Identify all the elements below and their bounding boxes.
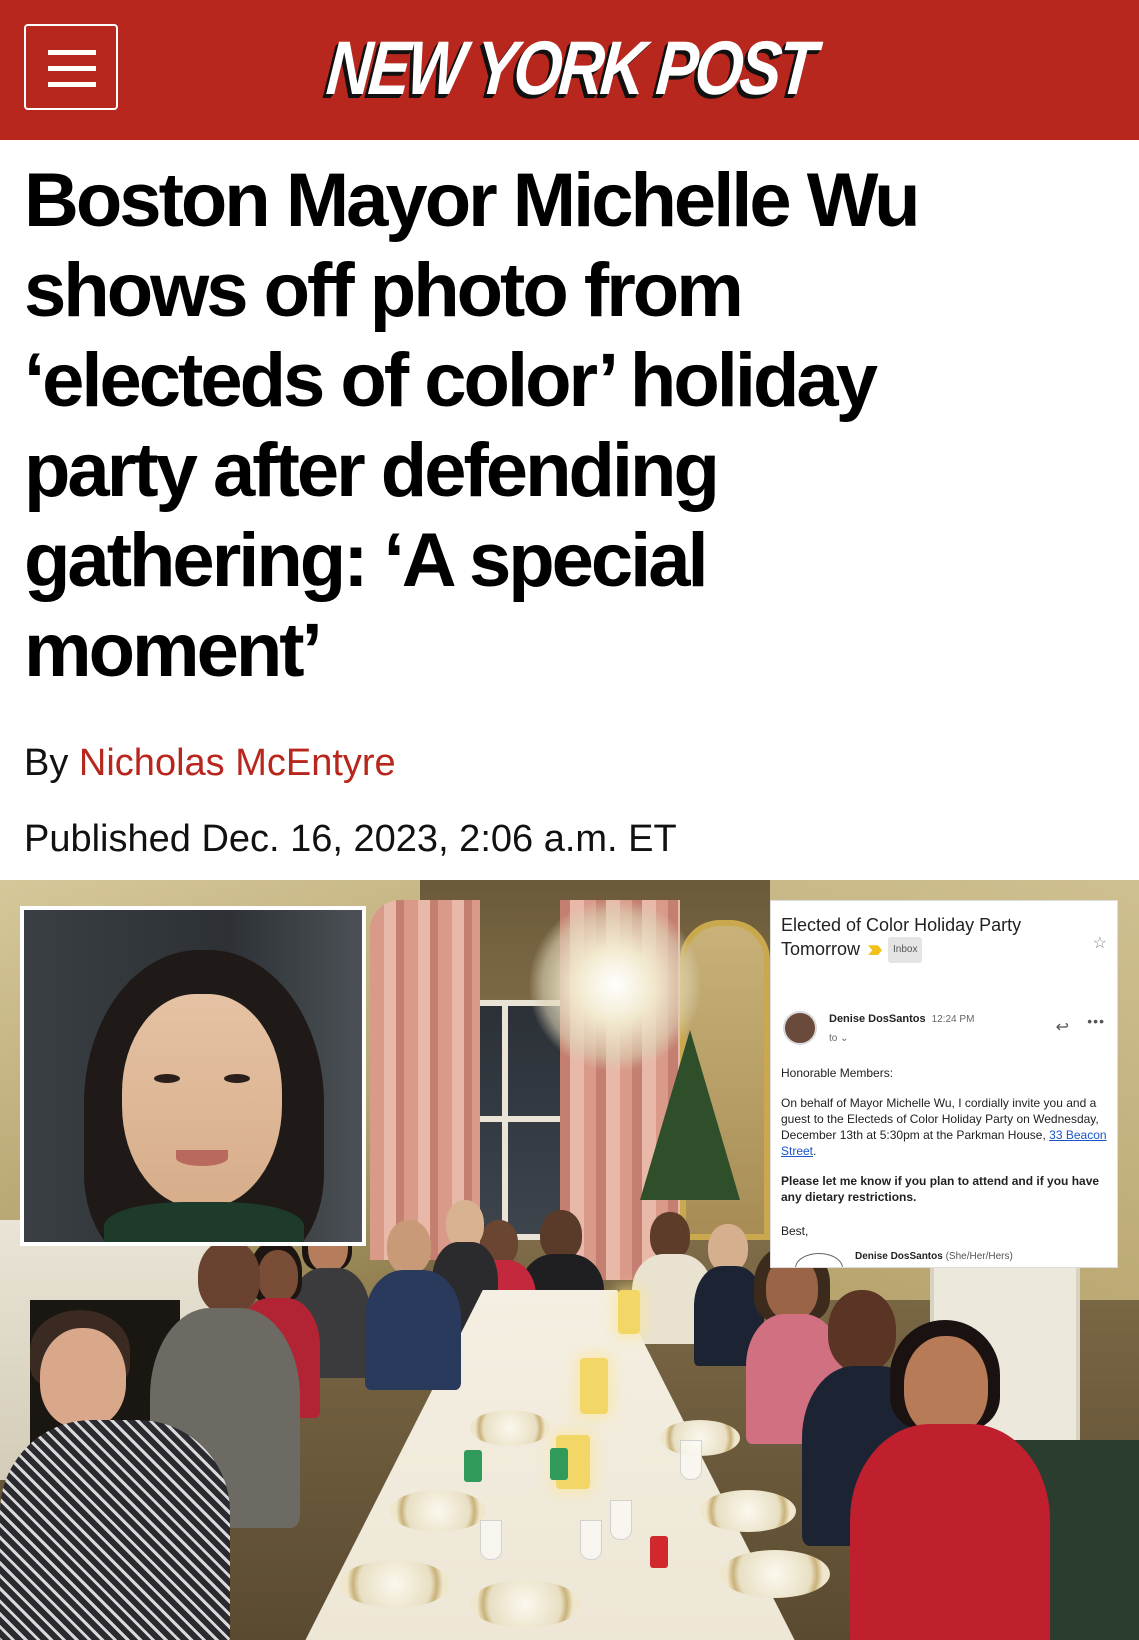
person-head [708,1224,748,1272]
more-icon[interactable]: ••• [1087,1013,1105,1029]
photo-chandelier [530,900,700,1070]
person-head [258,1250,298,1302]
person-head [446,1200,484,1248]
soda-can [550,1448,568,1480]
person-head [198,1240,260,1314]
portrait-eye [224,1074,250,1083]
menu-button[interactable] [24,24,118,110]
wine-glass [680,1440,702,1480]
plate [390,1490,486,1532]
plate [720,1550,830,1598]
reply-icon[interactable]: ↩ [1056,1017,1069,1037]
portrait-shirt [104,1202,304,1242]
star-icon[interactable]: ☆ [1093,933,1107,953]
person-head [904,1336,988,1436]
plate [470,1580,580,1628]
plate [340,1560,450,1608]
plate [700,1490,796,1532]
signature-name: Denise DosSantos [855,1251,943,1262]
email-signature: Denise DosSantos (She/Her/Hers) [855,1251,1013,1262]
importance-marker-icon [868,945,883,956]
soda-can [464,1450,482,1482]
email-body-paragraph: On behalf of Mayor Michelle Wu, I cordia… [781,1095,1111,1159]
hamburger-icon [48,50,96,55]
headline-line: Boston Mayor Michelle Wu [24,158,921,243]
email-recipient[interactable]: to ⌄ [829,1033,849,1044]
sender-avatar [783,1011,817,1045]
byline: By Nicholas McEntyre [24,742,396,785]
candle [580,1358,608,1414]
email-greeting: Honorable Members: [781,1066,894,1080]
wine-glass [580,1520,602,1560]
person-head [540,1210,582,1260]
site-logo[interactable]: NEW YORK POST [270,20,870,116]
email-request: Please let me know if you plan to attend… [781,1174,1100,1204]
site-header: NEW YORK POST [0,0,1139,140]
article-headline: Boston Mayor Michelle Wu shows off photo… [24,156,1114,696]
author-link[interactable]: Nicholas McEntyre [79,742,396,784]
portrait-mouth [176,1150,228,1166]
email-body-text: . [813,1144,817,1158]
inbox-tag: Inbox [888,937,923,964]
sender-name: Denise DosSantos 12:24 PM [829,1013,974,1025]
email-time: 12:24 PM [931,1014,975,1025]
published-date: Published Dec. 16, 2023, 2:06 a.m. ET [24,818,677,860]
person-head [650,1212,690,1260]
email-screenshot: Elected of Color Holiday Party Tomorrow I… [770,900,1118,1268]
article-photo: Elected of Color Holiday Party Tomorrow I… [0,880,1139,1640]
city-seal-icon [795,1253,843,1267]
sender-name-text: Denise DosSantos [829,1013,926,1025]
candle [618,1290,640,1334]
email-subject: Elected of Color Holiday Party Tomorrow I… [781,913,1081,964]
inset-portrait [20,906,366,1246]
logo-text: NEW YORK POST [323,25,817,111]
headline-line: gathering: ‘A special [24,518,709,603]
hamburger-icon-line [48,66,96,71]
email-to: to [829,1033,838,1044]
person-head [40,1328,126,1428]
plate [470,1410,550,1446]
email-closing: Best, [781,1224,809,1238]
person-body [850,1424,1050,1640]
person-head [828,1290,896,1372]
person-body [0,1420,230,1640]
wine-glass [610,1500,632,1540]
hamburger-icon-line [48,82,96,87]
portrait-face [122,994,282,1208]
email-subject-line: Tomorrow [781,939,861,959]
headline-line: shows off photo from [24,248,744,333]
byline-prefix: By [24,742,69,784]
signature-pronouns: (She/Her/Hers) [945,1251,1013,1262]
wine-glass [480,1520,502,1560]
headline-line: ‘electeds of color’ holiday [24,338,878,423]
portrait-eye [154,1074,180,1083]
email-subject-line: Elected of Color Holiday Party [781,915,1022,935]
person-head [387,1220,431,1274]
headline-line: party after defending [24,428,720,513]
person-body [365,1270,461,1390]
headline-line: moment’ [24,608,323,693]
soda-can [650,1536,668,1568]
email-subject-line2: Tomorrow Inbox [781,937,1081,964]
